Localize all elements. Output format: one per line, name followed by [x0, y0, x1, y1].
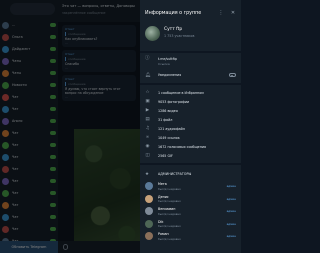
admin-status: был(а) недавно — [158, 186, 181, 191]
shared-media-item[interactable]: ▣ 9053 фотографии — [140, 97, 241, 106]
admin-item[interactable]: Роман был(а) недавно админ — [140, 230, 241, 243]
admin-name: Денис — [158, 194, 169, 199]
avatar — [145, 219, 153, 228]
info-icon: ⓘ — [145, 56, 150, 61]
audio-icon: ♫ — [145, 126, 150, 131]
shared-media-item[interactable]: ▶ 1286 видео — [140, 106, 241, 115]
shared-media-label: 2565 GIF — [158, 153, 173, 158]
shared-media-list: ☆ 1 сообщение в Избранном ▣ 9053 фотографии… — [140, 88, 241, 160]
divider — [140, 51, 241, 53]
shared-media-item[interactable]: ◉ 1672 голосовых сообщения — [140, 142, 241, 151]
link-value: t.me/suttftp — [158, 57, 177, 61]
notifications-label: Уведомления — [158, 73, 182, 77]
shared-media-item[interactable]: ◫ 2565 GIF — [140, 151, 241, 160]
notifications-toggle[interactable] — [229, 73, 236, 77]
divider — [140, 163, 241, 165]
shared-media-item[interactable]: ☆ 1 сообщение в Избранном — [140, 88, 241, 97]
admin-item[interactable]: Вениамин был(а) недавно админ — [140, 205, 241, 218]
admin-role: админ — [226, 196, 236, 201]
admin-item[interactable]: Мета был(а) недавно админ — [140, 180, 241, 193]
shared-media-label: 1672 голосовых сообщения — [158, 144, 206, 149]
voice-icon: ◉ — [145, 144, 150, 149]
admin-name: Dik — [158, 219, 164, 224]
bell-icon: 🔔︎ — [145, 72, 151, 78]
photo-icon: ▣ — [145, 99, 150, 104]
avatar — [145, 182, 153, 191]
divider — [140, 83, 241, 85]
admin-item[interactable]: Dik был(а) недавно админ — [140, 218, 241, 231]
admin-role: админ — [226, 221, 236, 226]
shared-media-label: 1049 ссылок — [158, 135, 180, 140]
admins-header: ★ АДМИНИСТРАТОРЫ — [140, 168, 241, 180]
admin-status: был(а) недавно — [158, 236, 181, 241]
admins-list: Мета был(а) недавно админ Денис был(а) недав… — [140, 180, 241, 243]
background-edge — [241, 0, 255, 253]
shared-media-label: 9053 фотографии — [158, 99, 190, 104]
avatar — [145, 232, 153, 241]
pin-icon: ☆ — [145, 90, 150, 95]
admins-label: АДМИНИСТРАТОРЫ — [158, 172, 192, 176]
group-avatar[interactable] — [145, 26, 160, 41]
shared-media-label: 1286 видео — [158, 108, 178, 113]
admin-item[interactable]: Денис был(а) недавно админ — [140, 193, 241, 206]
file-icon: ▤ — [145, 117, 150, 122]
admin-shield-icon: ★ — [145, 171, 150, 177]
admin-status: был(а) недавно — [158, 199, 181, 203]
admin-status: был(а) недавно — [158, 224, 181, 228]
shared-media-item[interactable]: ▤ 31 файл — [140, 115, 241, 124]
group-link[interactable]: ⓘ t.me/suttftp Ссылка — [140, 56, 241, 70]
admin-role: админ — [226, 234, 236, 239]
more-icon[interactable]: ⋮ — [218, 10, 224, 16]
panel-header: Информация о группе ⋮ ✕ — [140, 0, 241, 26]
admin-name: Вениамин — [158, 207, 176, 211]
modal-overlay[interactable] — [0, 0, 140, 253]
notifications-row[interactable]: 🔔︎ Уведомления — [140, 70, 241, 80]
link-icon: ∞ — [145, 135, 150, 140]
panel-title: Информация о группе — [145, 10, 202, 16]
admin-role: админ — [226, 184, 236, 189]
admin-role: админ — [226, 209, 236, 214]
close-icon[interactable]: ✕ — [230, 10, 236, 16]
avatar — [145, 207, 153, 216]
shared-media-label: 31 файл — [158, 117, 173, 122]
group-profile: Сутт ftp 1 753 участников — [140, 26, 241, 48]
group-members-count: 1 753 участников — [164, 34, 195, 38]
video-icon: ▶ — [145, 108, 150, 113]
avatar — [145, 194, 153, 203]
shared-media-item[interactable]: ♫ 121 аудиофайл — [140, 124, 241, 133]
admin-status: был(а) недавно — [158, 211, 181, 216]
group-name: Сутт ftp — [164, 27, 183, 32]
shared-media-label: 121 аудиофайл — [158, 126, 185, 131]
gif-icon: ◫ — [145, 153, 150, 158]
admin-name: Роман — [158, 232, 169, 236]
group-info-panel: Информация о группе ⋮ ✕ Сутт ftp 1 753 у… — [140, 0, 241, 253]
admin-name: Мета — [158, 182, 167, 186]
link-key: Ссылка — [158, 62, 170, 66]
shared-media-item[interactable]: ∞ 1049 ссылок — [140, 133, 241, 142]
shared-media-label: 1 сообщение в Избранном — [158, 90, 204, 95]
